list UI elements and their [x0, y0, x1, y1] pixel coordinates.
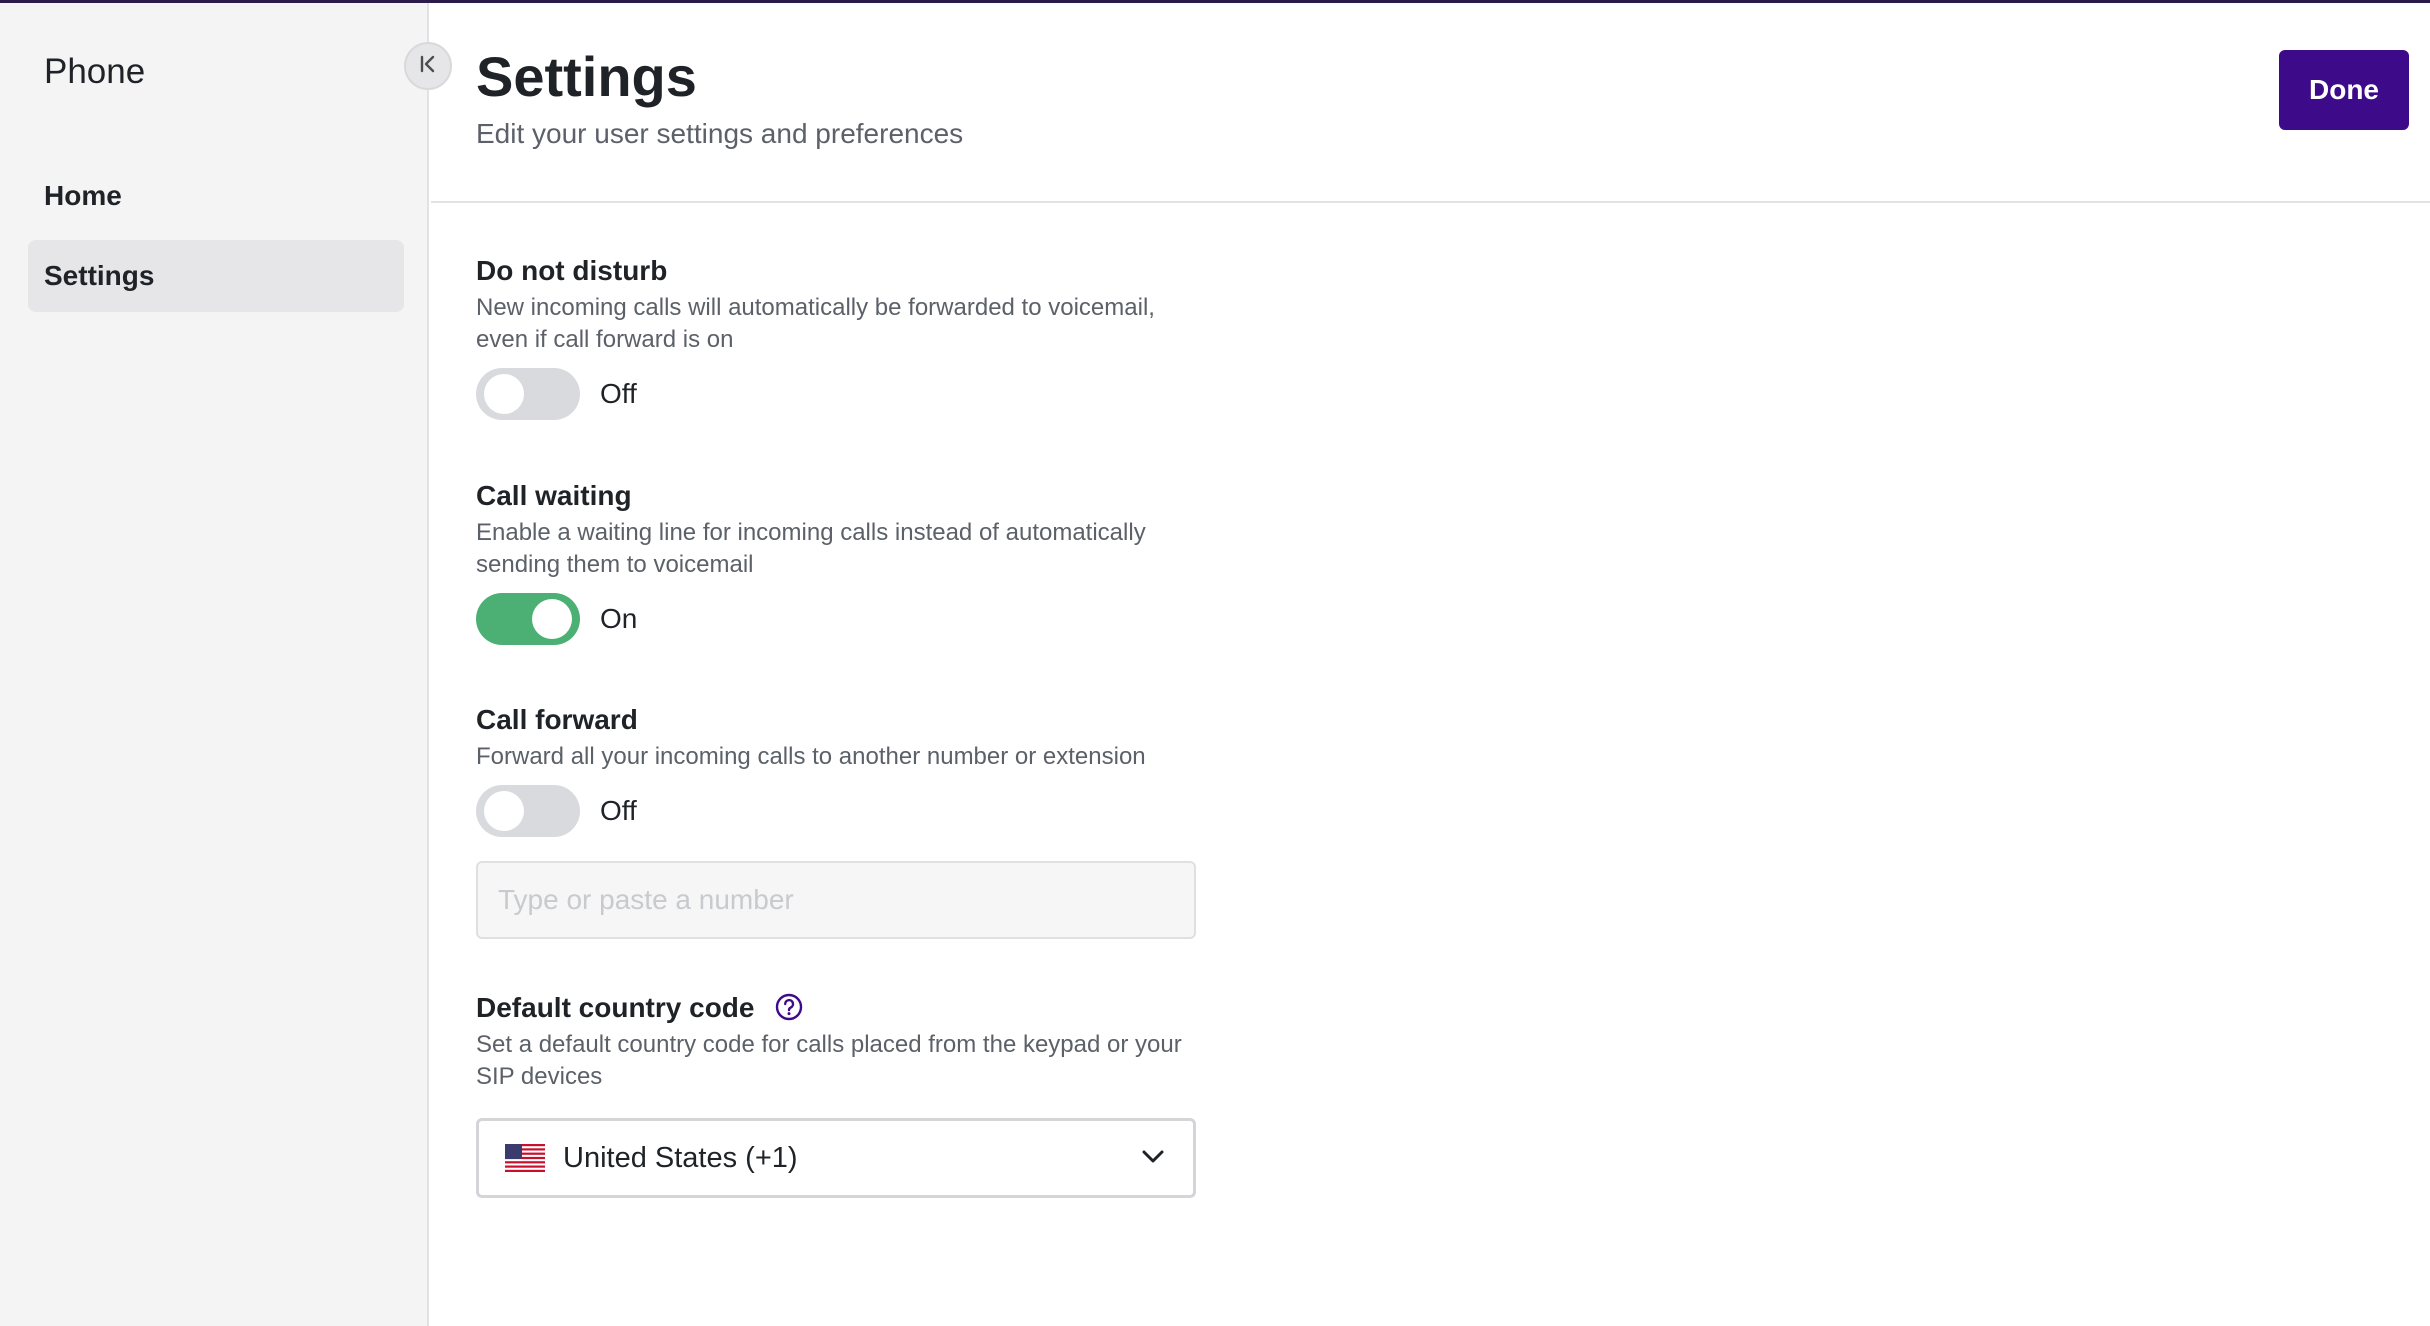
done-button[interactable]: Done [2279, 50, 2409, 130]
call-waiting-title: Call waiting [476, 480, 632, 511]
page-header: Settings Edit your user settings and pre… [431, 0, 2430, 203]
call-forward-toggle-row: Off [476, 785, 1196, 837]
default-country-code-description: Set a default country code for calls pla… [476, 1029, 1196, 1093]
call-waiting-state: On [600, 603, 638, 634]
toggle-knob [484, 374, 524, 414]
collapse-left-icon [417, 53, 439, 80]
call-waiting-description: Enable a waiting line for incoming calls… [476, 517, 1196, 581]
description-line: SIP devices [476, 1063, 603, 1090]
app-title: Phone [44, 52, 146, 91]
description-line: New incoming calls will automatically be… [476, 294, 1155, 321]
description-line: Enable a waiting line for incoming calls… [476, 519, 1146, 546]
top-accent-line [0, 0, 2430, 3]
call-waiting-toggle[interactable] [476, 593, 580, 645]
sidebar-item-label: Home [44, 180, 122, 211]
us-flag-icon [505, 1144, 545, 1172]
default-country-code-title-row: Default country code [476, 991, 1196, 1025]
call-waiting-toggle-row: On [476, 593, 1196, 645]
country-code-selected-value: United States (+1) [563, 1141, 798, 1174]
sidebar: Phone Home Settings [0, 0, 429, 1326]
do-not-disturb-section: Do not disturb New incoming calls will a… [476, 254, 1196, 420]
description-line: even if call forward is on [476, 326, 734, 353]
sidebar-item-settings[interactable]: Settings [28, 240, 404, 312]
description-line: sending them to voicemail [476, 551, 754, 578]
default-country-code-title: Default country code [476, 992, 755, 1023]
page-title: Settings [476, 45, 697, 108]
collapse-sidebar-button[interactable] [404, 42, 452, 90]
toggle-knob [484, 791, 524, 831]
sidebar-item-home[interactable]: Home [28, 160, 404, 232]
call-waiting-section: Call waiting Enable a waiting line for i… [476, 479, 1196, 645]
do-not-disturb-toggle-row: Off [476, 368, 1196, 420]
call-forward-section: Call forward Forward all your incoming c… [476, 703, 1196, 837]
sidebar-item-label: Settings [44, 260, 155, 291]
call-forward-state: Off [600, 795, 637, 826]
do-not-disturb-toggle[interactable] [476, 368, 580, 420]
description-line: Set a default country code for calls pla… [476, 1031, 1182, 1058]
default-country-code-section: Default country code Set a default count… [476, 991, 1196, 1093]
toggle-knob [532, 599, 572, 639]
do-not-disturb-state: Off [600, 378, 637, 409]
do-not-disturb-title: Do not disturb [476, 255, 668, 286]
page-subtitle: Edit your user settings and preferences [476, 118, 964, 149]
main-content: Settings Edit your user settings and pre… [431, 0, 2430, 1326]
do-not-disturb-description: New incoming calls will automatically be… [476, 292, 1196, 356]
call-forward-description: Forward all your incoming calls to anoth… [476, 743, 1146, 770]
help-circle-icon[interactable] [774, 992, 804, 1022]
sidebar-nav: Home Settings [28, 160, 404, 320]
chevron-down-icon [1141, 1149, 1165, 1170]
call-forward-toggle[interactable] [476, 785, 580, 837]
call-forward-title: Call forward [476, 704, 638, 735]
forward-number-input[interactable] [476, 861, 1196, 939]
country-code-select[interactable]: United States (+1) [476, 1118, 1196, 1198]
